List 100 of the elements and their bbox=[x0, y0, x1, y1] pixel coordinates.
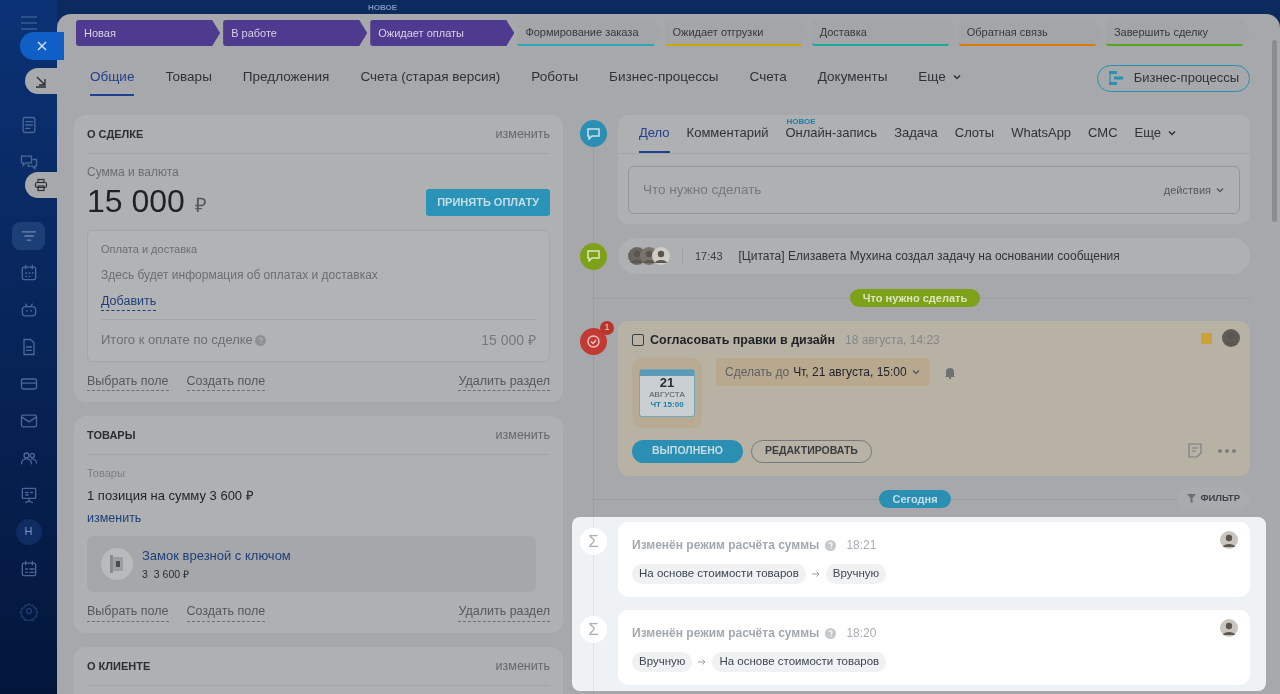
task-icon bbox=[580, 328, 607, 355]
print-button[interactable] bbox=[25, 172, 57, 198]
tab[interactable]: НОВОЕ Онлайн-запись bbox=[785, 115, 878, 153]
deadline-label: Сделать до bbox=[725, 363, 790, 381]
user-avatar bbox=[1220, 619, 1238, 637]
stage-step[interactable]: Ожидает оплаты bbox=[370, 20, 515, 46]
quote-text: [Цитата] Елизавета Мухина создал задачу на основании сообщения bbox=[738, 248, 1120, 265]
filter-icon bbox=[1187, 493, 1197, 503]
tab[interactable]: Общие bbox=[90, 60, 135, 96]
card-title: О КЛИЕНТЕ bbox=[87, 658, 151, 674]
arrow-right-icon bbox=[698, 658, 707, 666]
total-label: Итого к оплате по сделке bbox=[101, 331, 253, 350]
product-quantity: 3 bbox=[142, 567, 148, 583]
history-title: Изменён режим расчёта суммы bbox=[632, 537, 820, 554]
sidebar-item[interactable] bbox=[12, 221, 45, 250]
stage-step[interactable]: В работе bbox=[223, 20, 368, 46]
more-icon[interactable] bbox=[1218, 448, 1236, 453]
chevron-down-icon bbox=[1215, 185, 1225, 195]
history-title: Изменён режим расчёта суммы bbox=[632, 625, 820, 642]
stage-step[interactable]: Новая bbox=[76, 20, 221, 46]
history-time: 18:20 bbox=[846, 625, 877, 642]
currency-sign: ₽ bbox=[194, 193, 207, 218]
sigma-icon: Σ bbox=[588, 533, 599, 550]
tab[interactable]: Еще bbox=[1134, 115, 1178, 153]
amount-value: 15 000 bbox=[87, 183, 185, 219]
help-icon[interactable] bbox=[825, 539, 837, 551]
color-marker-icon[interactable] bbox=[1201, 332, 1212, 344]
calendar-day: 21 bbox=[659, 375, 675, 390]
arrow-right-icon bbox=[811, 570, 820, 578]
old-value-tag: На основе стоимости товаров bbox=[632, 564, 806, 584]
deadline-selector[interactable]: Сделать до Чт, 21 августа, 15:00 bbox=[716, 357, 930, 386]
delete-section-link[interactable]: Удалить раздел bbox=[458, 371, 550, 392]
composer-icon bbox=[580, 120, 607, 147]
product-row[interactable]: Замок врезной с ключом 3 3 600 ₽ bbox=[87, 536, 536, 593]
amount-label: Сумма и валюта bbox=[87, 164, 180, 181]
section-badge: Сегодня bbox=[879, 490, 951, 508]
user-avatar bbox=[652, 247, 670, 265]
card-title: О СДЕЛКЕ bbox=[87, 126, 144, 142]
close-button[interactable] bbox=[20, 32, 64, 60]
create-field-link[interactable]: Создать поле bbox=[186, 371, 266, 392]
tab[interactable]: Комментарий bbox=[686, 115, 769, 153]
help-icon[interactable] bbox=[254, 334, 266, 346]
choose-field-link[interactable]: Выбрать поле bbox=[87, 371, 169, 392]
tab[interactable]: Предложения bbox=[242, 60, 330, 96]
tab[interactable]: Счета bbox=[749, 60, 787, 96]
task-title: Согласовать правки в дизайн bbox=[650, 332, 836, 349]
bell-icon[interactable] bbox=[943, 365, 956, 379]
comment-icon bbox=[580, 242, 607, 270]
history-time: 18:21 bbox=[846, 537, 877, 554]
printer-icon bbox=[34, 178, 48, 192]
minimize-button[interactable] bbox=[25, 68, 57, 94]
lock-icon bbox=[101, 548, 133, 581]
new-label: НОВОЕ bbox=[786, 116, 816, 127]
user-avatar bbox=[1220, 531, 1238, 549]
tab[interactable]: СМС bbox=[1088, 115, 1118, 153]
tab[interactable]: Товары bbox=[165, 60, 212, 96]
panel-title: Оплата и доставка bbox=[101, 242, 199, 257]
new-value-tag: На основе стоимости товаров bbox=[712, 652, 887, 672]
user-avatar bbox=[1222, 329, 1240, 347]
tab[interactable]: Бизнес-процессы bbox=[609, 60, 719, 96]
tab[interactable]: Счета (старая версия) bbox=[360, 60, 501, 96]
edit-link[interactable]: изменить bbox=[495, 656, 550, 676]
tab[interactable]: Слоты bbox=[954, 115, 995, 153]
calendar-month: АВГУСТА bbox=[649, 389, 685, 400]
deadline-value: Чт, 21 августа, 15:00 bbox=[793, 363, 907, 381]
tab[interactable]: Дело bbox=[639, 115, 670, 153]
tab[interactable]: Еще bbox=[918, 60, 962, 96]
card-title: ТОВАРЫ bbox=[87, 428, 136, 443]
edit-link[interactable]: изменить bbox=[495, 124, 550, 144]
task-checkbox[interactable] bbox=[632, 334, 644, 347]
panel-text: Здесь будет информация об оплатах и доставках bbox=[101, 266, 379, 284]
arrow-icon bbox=[34, 74, 48, 88]
edit-products-link[interactable]: изменить bbox=[87, 511, 142, 526]
choose-field-link[interactable]: Выбрать поле bbox=[87, 602, 169, 622]
add-link[interactable]: Добавить bbox=[101, 291, 157, 312]
actions-dropdown[interactable]: действия bbox=[1163, 181, 1225, 199]
section-badge: Что нужно сделать bbox=[849, 289, 981, 307]
tab[interactable]: Роботы bbox=[531, 60, 579, 96]
scrollbar[interactable] bbox=[1272, 40, 1277, 222]
calendar-time: ЧТ 15:00 bbox=[650, 399, 684, 410]
quote-time: 17:43 bbox=[695, 248, 723, 264]
total-value: 15 000 ₽ bbox=[481, 330, 536, 350]
old-value-tag: Вручную bbox=[632, 652, 693, 672]
delete-section-link[interactable]: Удалить раздел bbox=[458, 602, 550, 622]
field-placeholder: Что нужно сделать bbox=[643, 180, 762, 199]
settings-icon[interactable] bbox=[18, 601, 39, 621]
todo-input-field[interactable]: Что нужно сделать действия bbox=[628, 166, 1240, 214]
new-value-tag: Вручную bbox=[825, 564, 887, 584]
tab[interactable]: WhatsApp bbox=[1011, 115, 1072, 153]
edit-link[interactable]: изменить bbox=[495, 425, 550, 445]
product-name[interactable]: Замок врезной с ключом bbox=[142, 545, 291, 566]
help-icon[interactable] bbox=[825, 627, 837, 639]
menu-icon[interactable] bbox=[19, 16, 38, 30]
counter-badge: 1 bbox=[600, 321, 614, 335]
create-field-link[interactable]: Создать поле bbox=[186, 602, 266, 622]
tab[interactable]: Документы bbox=[817, 60, 888, 96]
done-button[interactable]: ВЫПОЛНЕНО bbox=[632, 439, 744, 463]
note-icon[interactable] bbox=[1188, 443, 1202, 458]
tab[interactable]: Задача bbox=[894, 115, 938, 153]
product-price: 3 600 ₽ bbox=[153, 567, 190, 583]
